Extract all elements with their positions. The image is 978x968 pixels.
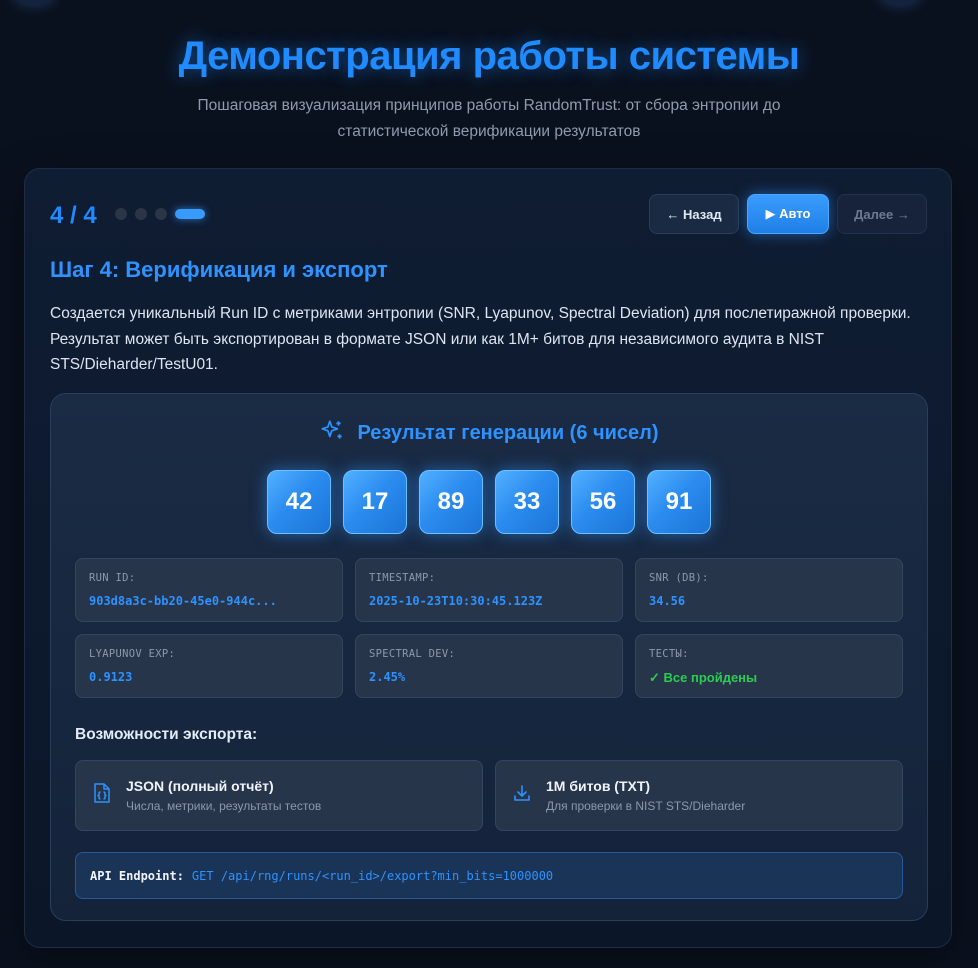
page-subtitle: Пошаговая визуализация принципов работы … bbox=[197, 97, 781, 140]
export-json-button[interactable]: JSON (полный отчёт) Числа, метрики, резу… bbox=[75, 760, 483, 831]
next-button[interactable]: Далее → bbox=[837, 194, 927, 234]
export-bits-button[interactable]: 1M битов (TXT) Для проверки в NIST STS/D… bbox=[495, 760, 903, 831]
tests-status: ✓ Все пройдены bbox=[649, 670, 758, 685]
step-dot-4-active[interactable] bbox=[175, 209, 205, 219]
metric-label: RUN ID: bbox=[89, 572, 136, 584]
page-title: Демонстрация работы системы bbox=[178, 34, 800, 78]
number-ball: 42 bbox=[267, 470, 331, 534]
metric-timestamp: TIMESTAMP: 2025-10-23T10:30:45.123Z bbox=[355, 558, 623, 622]
number-ball: 91 bbox=[647, 470, 711, 534]
metric-value: 903d8a3c-bb20-45e0-944c... bbox=[89, 594, 277, 608]
metric-label: ТЕСТЫ: bbox=[649, 648, 689, 660]
metric-spectral-dev: SPECTRAL DEV: 2.45% bbox=[355, 634, 623, 698]
api-endpoint: API Endpoint: GET /api/rng/runs/<run_id>… bbox=[75, 852, 903, 899]
export-bits-desc: Для проверки в NIST STS/Dieharder bbox=[546, 799, 746, 813]
number-ball: 89 bbox=[419, 470, 483, 534]
sparkles-icon bbox=[319, 418, 345, 449]
download-icon bbox=[512, 783, 532, 808]
metric-tests: ТЕСТЫ: ✓ Все пройдены bbox=[635, 634, 903, 698]
result-title: Результат генерации (6 чисел) bbox=[357, 422, 659, 444]
metric-run-id: RUN ID: 903d8a3c-bb20-45e0-944c... bbox=[75, 558, 343, 622]
metric-label: TIMESTAMP: bbox=[369, 572, 436, 584]
api-endpoint-label: API Endpoint: bbox=[90, 868, 184, 883]
export-json-desc: Числа, метрики, результаты тестов bbox=[126, 799, 322, 813]
export-json-name: JSON (полный отчёт) bbox=[126, 778, 274, 794]
step-title: Шаг 4: Верификация и экспорт bbox=[50, 257, 388, 282]
export-bits-name: 1M битов (TXT) bbox=[546, 778, 651, 794]
metric-value: 0.9123 bbox=[89, 670, 133, 684]
metrics-grid: RUN ID: 903d8a3c-bb20-45e0-944c... TIMES… bbox=[75, 558, 903, 698]
auto-play-button[interactable]: ▶ Авто bbox=[747, 194, 829, 234]
step-indicator bbox=[115, 208, 205, 220]
metric-label: SPECTRAL DEV: bbox=[369, 648, 456, 660]
metric-lyapunov: LYAPUNOV EXP: 0.9123 bbox=[75, 634, 343, 698]
number-ball: 33 bbox=[495, 470, 559, 534]
number-ball: 17 bbox=[343, 470, 407, 534]
result-panel: Результат генерации (6 чисел) 42 17 89 3… bbox=[50, 393, 928, 921]
step-dot-1[interactable] bbox=[115, 208, 127, 220]
number-ball: 56 bbox=[571, 470, 635, 534]
demo-card: 4 / 4 ← Назад ▶ Авто Далее → Шаг 4: Вери… bbox=[24, 168, 952, 948]
step-dot-3[interactable] bbox=[155, 208, 167, 220]
export-options: JSON (полный отчёт) Числа, метрики, резу… bbox=[75, 760, 903, 831]
metric-label: LYAPUNOV EXP: bbox=[89, 648, 176, 660]
metric-label: SNR (DB): bbox=[649, 572, 709, 584]
api-endpoint-value[interactable]: GET /api/rng/runs/<run_id>/export?min_bi… bbox=[192, 869, 553, 883]
metric-snr: SNR (DB): 34.56 bbox=[635, 558, 903, 622]
back-button[interactable]: ← Назад bbox=[649, 194, 739, 234]
decorative-glow-left bbox=[14, 0, 54, 4]
json-file-icon bbox=[92, 782, 112, 809]
result-header: Результат генерации (6 чисел) bbox=[51, 418, 927, 449]
step-dot-2[interactable] bbox=[135, 208, 147, 220]
metric-value: 2.45% bbox=[369, 670, 406, 684]
decorative-glow-right bbox=[880, 0, 920, 4]
metric-value: 2025-10-23T10:30:45.123Z bbox=[369, 594, 543, 608]
step-counter: 4 / 4 bbox=[50, 202, 97, 229]
export-section-title: Возможности экспорта: bbox=[75, 726, 258, 743]
step-description: Создается уникальный Run ID с метриками … bbox=[50, 305, 911, 373]
metric-value: 34.56 bbox=[649, 594, 686, 608]
generated-numbers: 42 17 89 33 56 91 bbox=[51, 470, 927, 534]
